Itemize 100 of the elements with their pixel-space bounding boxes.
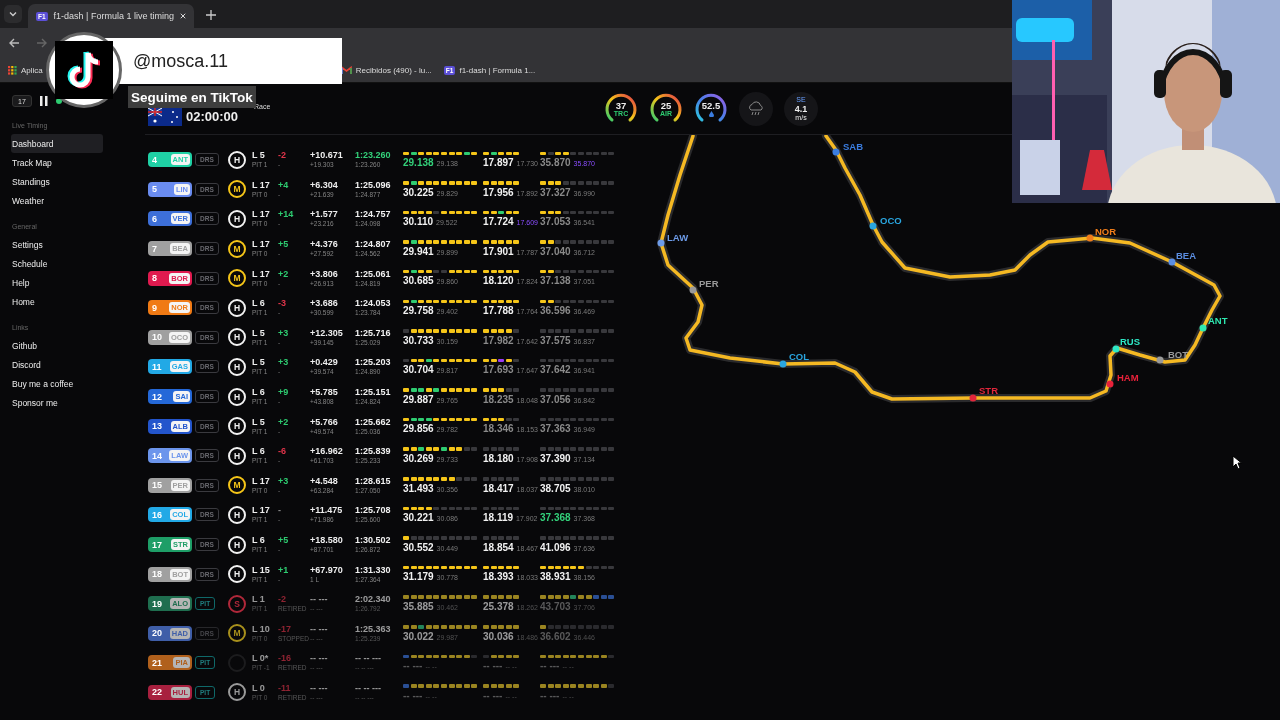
sector-time: -- --- [483,689,503,701]
lap-time: 1:25.716 [355,327,391,339]
gap-time: -- --- [310,594,328,606]
gap-time: -- --- [310,653,328,665]
nav-link[interactable]: Standings [11,172,103,191]
new-tab-icon[interactable] [206,10,216,20]
driver-label: BEA [1176,250,1197,261]
sector-time: -- --- [483,660,503,672]
position-change: -3 [278,298,286,310]
nav-link[interactable]: Discord [11,355,103,374]
tyre-indicator: H [228,446,246,465]
lap-count: L 5 [252,416,265,428]
nav-link[interactable]: Settings [11,235,103,254]
sector-time: 29.758 [403,305,434,316]
sector-time: 30.269 [403,453,434,464]
lap-count: L 15 [252,564,270,576]
lap-count: L 6 [252,387,265,399]
session-clock: 02:00:00 [186,109,239,124]
driver-label: PER [699,278,719,289]
sector-time: 35.870 [540,157,571,169]
lap-time: 1:24.807 [355,239,391,251]
nav-link[interactable]: Weather [11,191,103,210]
sector-time: 17.956 [483,186,514,198]
sector-time: -- --- [540,689,560,701]
lap-count: L 17 [252,505,270,517]
tyre-indicator: H [228,298,246,317]
nav-link[interactable]: Home [11,292,103,311]
apps-grid-icon [8,65,17,75]
driver-label: NOR [1095,226,1117,237]
follow-caption: Seguime en TikTok [128,86,256,108]
gap-time: +4.548 [310,475,338,487]
nav-link[interactable]: Track Map [11,153,103,172]
lap-time: 1:24.053 [355,298,391,310]
sector-time: 36.596 [540,305,571,316]
lap-count: L 17 [252,179,270,191]
lap-count: L 5 [252,150,265,162]
lap-count: L 6 [252,535,265,546]
lap-count: L 1 [252,594,265,606]
tyre-indicator: H [228,505,246,524]
driver-label: BOT [1168,349,1189,360]
sector-time: 18.120 [483,275,514,287]
gap-time: +18.580 [310,535,343,546]
gap-time: +67.970 [310,564,343,576]
pause-icon[interactable] [40,96,48,106]
sector-time: 37.368 [540,512,571,524]
tab-list-button[interactable] [4,5,22,23]
position-change: -11 [278,683,291,694]
driver-label: ANT [1208,315,1228,326]
lap-time: 1:25.151 [355,387,391,399]
tyre-indicator: M [228,239,246,258]
sector-time: 18.854 [483,541,514,553]
sector-time: 37.390 [540,453,571,464]
sector-time: 29.138 [403,157,434,169]
tyre-indicator: H [228,535,246,554]
lap-time: 1:25.203 [355,357,391,369]
sector-time: 18.235 [483,393,514,405]
tyre-indicator: H [228,210,246,228]
nav-link[interactable]: Buy me a coffee [11,374,103,393]
sector-time: -- --- [540,660,560,672]
weather-gauge: 52.5 [694,91,728,126]
account-handle: @mosca.11 [133,50,228,72]
sector-time: 36.602 [540,630,571,642]
sector-time: 37.642 [540,364,571,376]
tyre-indicator: M [228,476,246,495]
nav-link[interactable]: Sponsor me [11,393,103,412]
sector-time: 37.053 [540,216,571,228]
nav-link[interactable]: Github [11,336,103,355]
position-change: +3 [278,357,289,369]
back-arrow-icon[interactable] [9,38,20,48]
sector-time: 18.346 [483,423,514,435]
lap-time: 1:24.757 [355,209,391,221]
gap-time: -- --- [310,683,328,694]
close-icon[interactable] [180,12,186,20]
driver-label: STR [979,385,998,396]
sector-time: 31.179 [403,571,434,583]
lap-time: 1:30.502 [355,535,391,546]
lap-time: 1:25.061 [355,268,391,280]
nav-link[interactable]: Schedule [11,254,103,273]
gap-time: +1.577 [310,209,338,221]
sector-time: 30.685 [403,275,434,287]
tyre-indicator: H [228,357,246,376]
gap-time: +3.806 [310,268,338,280]
sector-time: 17.901 [483,245,514,257]
gap-time: +0.429 [310,357,338,369]
sector-time: 37.327 [540,186,571,198]
sector-time: 30.704 [403,364,434,376]
sector-time: 17.788 [483,305,514,316]
tyre-indicator: S [228,594,246,613]
tyre-indicator: M [228,180,246,199]
sector-time: 37.040 [540,245,571,257]
sector-time: 35.885 [403,600,434,612]
nav-link[interactable]: Help [11,273,103,292]
sector-time: 31.493 [403,482,434,494]
sector-time: 17.897 [483,157,514,169]
bookmark[interactable]: Aplica [8,65,43,75]
sector-time: 18.417 [483,482,514,494]
lap-time: 1:25.363 [355,623,391,635]
position-change: +9 [278,387,289,399]
driver-label: RUS [1120,336,1141,347]
nav-link[interactable]: Dashboard [11,134,103,153]
